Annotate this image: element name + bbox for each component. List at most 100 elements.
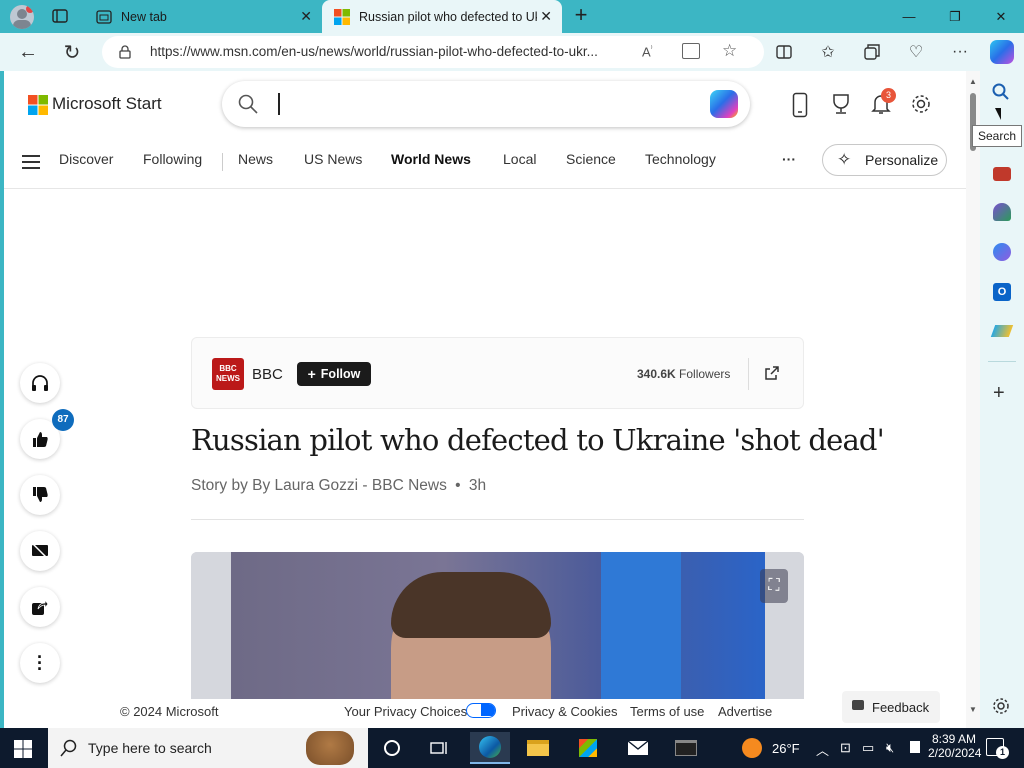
favorite-star-icon[interactable]: ☆ [722, 41, 737, 61]
lock-icon[interactable] [118, 45, 132, 59]
edge-taskbar-icon[interactable] [470, 732, 510, 764]
footer-privacy-cookies[interactable]: Privacy & Cookies [512, 704, 617, 719]
more-nav-icon[interactable]: ··· [782, 151, 796, 167]
site-search-input[interactable] [222, 81, 750, 127]
mail-icon[interactable] [618, 732, 658, 764]
new-tab-plus-icon[interactable]: + [570, 4, 592, 27]
file-explorer-icon[interactable] [518, 732, 558, 764]
sidebar-settings-icon[interactable] [992, 697, 1010, 715]
address-bar[interactable]: https://www.msn.com/en-us/news/world/rus… [102, 36, 764, 68]
browser-essentials-icon[interactable]: ♡ [904, 40, 928, 64]
feedback-button[interactable]: Feedback [842, 691, 940, 723]
keyboard-layout-icon[interactable] [910, 741, 920, 753]
search-tooltip: Search [972, 125, 1022, 147]
privacy-toggle-icon[interactable] [466, 703, 496, 718]
page-scrollbar[interactable]: ▲ ▼ [966, 71, 980, 728]
listen-headphones-icon[interactable] [20, 363, 60, 403]
hamburger-menu-icon[interactable] [22, 155, 40, 169]
outlook-icon[interactable]: O [993, 283, 1011, 301]
scroll-up-icon[interactable]: ▲ [969, 77, 977, 86]
nav-item-news[interactable]: News [238, 151, 273, 167]
split-screen-icon[interactable] [772, 40, 796, 64]
microsoft-logo-icon[interactable] [28, 95, 48, 115]
minimize-icon[interactable]: — [886, 0, 932, 33]
search-highlight-muffin-icon[interactable] [306, 731, 354, 765]
footer-advertise[interactable]: Advertise [718, 704, 772, 719]
show-hidden-icons-chevron-icon[interactable]: ︿ [816, 740, 829, 759]
games-icon[interactable] [993, 203, 1011, 221]
followers-text: 340.6K Followers [637, 367, 730, 381]
microsoft-store-icon[interactable] [568, 732, 608, 764]
comments-off-icon[interactable] [20, 531, 60, 571]
site-logo-text[interactable]: Microsoft Start [52, 94, 162, 114]
refresh-icon[interactable]: ↻ [60, 40, 84, 64]
dislike-thumbs-down-icon[interactable] [20, 475, 60, 515]
taskbar-search-box[interactable]: Type here to search [48, 728, 368, 768]
nav-item-technology[interactable]: Technology [645, 151, 716, 167]
tab-actions-icon[interactable] [52, 8, 68, 24]
clock[interactable]: 8:39 AM 2/20/2024 [928, 732, 981, 760]
share-icon[interactable] [20, 587, 60, 627]
close-window-icon[interactable]: ✕ [978, 0, 1024, 33]
mobile-app-icon[interactable] [792, 92, 808, 118]
title-divider [191, 519, 804, 520]
rewards-trophy-icon[interactable] [830, 93, 852, 115]
volume-muted-icon[interactable]: 🔇︎ [886, 740, 894, 756]
personalize-button[interactable]: ✧ Personalize [822, 144, 947, 176]
microsoft-365-icon[interactable] [993, 243, 1011, 261]
tab-active-article[interactable]: Russian pilot who defected to Uk ✕ [322, 0, 562, 33]
follow-button[interactable]: + Follow [297, 362, 371, 386]
sidebar-search-icon[interactable] [992, 83, 1010, 101]
windows-start-icon[interactable] [14, 740, 32, 758]
collections-icon[interactable] [860, 40, 884, 64]
back-arrow-icon[interactable]: ← [16, 40, 40, 64]
nav-item-science[interactable]: Science [566, 151, 616, 167]
display-icon[interactable]: ▭ [862, 740, 874, 756]
nav-item-discover[interactable]: Discover [59, 151, 113, 167]
copilot-icon[interactable] [990, 40, 1014, 64]
terminal-icon[interactable] [666, 732, 706, 764]
nav-item-local[interactable]: Local [503, 151, 536, 167]
footer-terms[interactable]: Terms of use [630, 704, 704, 719]
followers-label: Followers [679, 367, 731, 381]
more-options-icon[interactable]: · · · [20, 643, 60, 683]
read-aloud-icon[interactable]: A⁾ [642, 44, 653, 59]
open-external-icon[interactable] [764, 365, 780, 381]
task-view-icon[interactable] [420, 732, 460, 764]
tab-title: Russian pilot who defected to Uk [359, 9, 537, 24]
byline-author[interactable]: Story by By Laura Gozzi - BBC News [191, 477, 447, 494]
immersive-reader-icon[interactable] [682, 43, 700, 59]
close-tab-icon[interactable]: ✕ [300, 8, 312, 25]
copilot-icon[interactable] [710, 90, 738, 118]
source-name[interactable]: BBC [252, 366, 283, 383]
network-icon[interactable]: ⊡ [840, 740, 851, 756]
bbc-news-logo[interactable]: BBC NEWS [212, 358, 244, 390]
nav-item-following[interactable]: Following [143, 151, 202, 167]
weather-temperature[interactable]: 26°F [772, 741, 800, 756]
close-tab-icon[interactable]: ✕ [540, 8, 552, 25]
feedback-icon [852, 700, 864, 710]
fullscreen-icon[interactable]: ⛶ [760, 569, 788, 603]
favorites-icon[interactable]: ✩ [816, 40, 840, 64]
profile-avatar[interactable] [10, 5, 34, 29]
nav-item-us-news[interactable]: US News [304, 151, 362, 167]
tools-briefcase-icon[interactable] [993, 167, 1011, 181]
url-text[interactable]: https://www.msn.com/en-us/news/world/rus… [150, 44, 635, 59]
cortana-icon[interactable] [372, 732, 412, 764]
weather-sun-icon[interactable] [742, 738, 762, 758]
scroll-down-icon[interactable]: ▼ [969, 705, 977, 714]
add-sidebar-app-icon[interactable]: + [993, 383, 1005, 403]
nav-item-world-news[interactable]: World News [391, 151, 471, 167]
browser-toolbar: ← ↻ https://www.msn.com/en-us/news/world… [0, 33, 1024, 71]
drop-icon[interactable] [990, 325, 1014, 337]
byline-dot: • [455, 477, 461, 494]
followers-count: 340.6K [637, 367, 676, 381]
restore-icon[interactable]: ❐ [932, 0, 978, 33]
settings-more-icon[interactable]: ··· [948, 40, 972, 64]
taskbar-search-icon [60, 739, 77, 757]
settings-gear-icon[interactable] [910, 93, 932, 115]
footer-privacy-choices[interactable]: Your Privacy Choices [344, 704, 467, 719]
personalize-label: Personalize [865, 152, 939, 168]
tab-new-tab[interactable]: New tab ✕ [84, 0, 322, 33]
taskbar-search-placeholder: Type here to search [88, 740, 212, 756]
